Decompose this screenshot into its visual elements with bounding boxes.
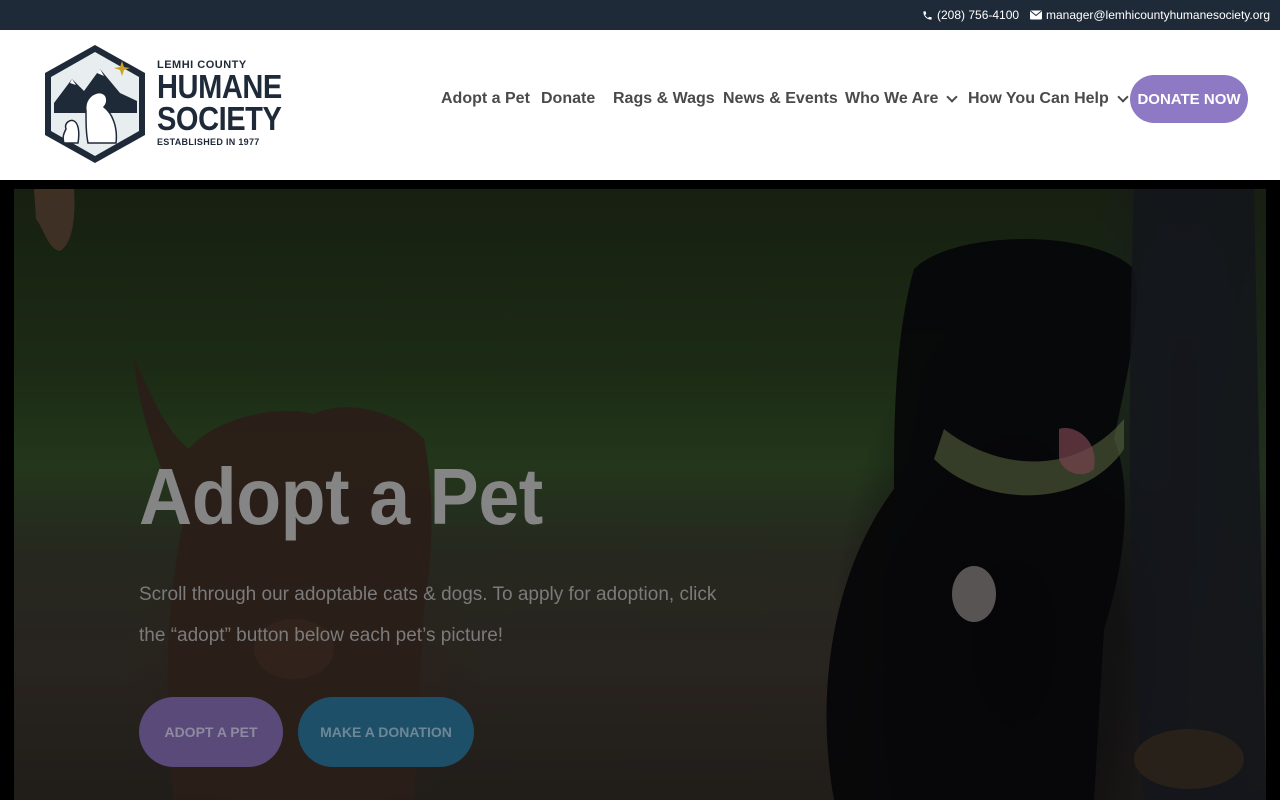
email-address: manager@lemhicountyhumanesociety.org [1046, 8, 1271, 22]
hero-section: Adopt a Pet Scroll through our adoptable… [14, 189, 1266, 800]
nav-item-label: Rags & Wags [613, 90, 715, 107]
hero-title: Adopt a Pet [139, 452, 543, 541]
nav-item-label: News & Events [723, 90, 838, 107]
email-contact[interactable]: manager@lemhicountyhumanesociety.org [1030, 8, 1270, 22]
adopt-a-pet-button[interactable]: ADOPT A PET [139, 697, 283, 767]
make-a-donation-button[interactable]: MAKE A DONATION [298, 697, 474, 767]
donate-now-button[interactable]: DONATE NOW [1130, 75, 1248, 123]
nav-item-how-you-can-help[interactable]: How You Can Help [968, 90, 1129, 108]
chevron-down-icon [1117, 91, 1129, 103]
phone-icon [922, 10, 933, 21]
site-header: LEMHI COUNTY HUMANE SOCIETY ESTABLISHED … [0, 30, 1280, 180]
nav-item-label: How You Can Help [968, 90, 1109, 107]
top-bar: (208) 756-4100 manager@lemhicountyhumane… [0, 0, 1280, 30]
nav-item-news-and-events[interactable]: News & Events [723, 90, 838, 108]
chevron-down-icon [946, 91, 959, 103]
nav-item-label: Donate [541, 90, 596, 107]
logo-line-humane: HUMANE [157, 68, 282, 105]
site-logo[interactable]: LEMHI COUNTY HUMANE SOCIETY ESTABLISHED … [42, 43, 288, 167]
logo-line-society: SOCIETY [157, 100, 282, 137]
logo-line-established: ESTABLISHED IN 1977 [157, 137, 260, 147]
nav-item-who-we-are[interactable]: Who We Are [845, 90, 959, 108]
nav-item-label: Adopt a Pet [441, 90, 530, 107]
nav-item-rags-and-wags[interactable]: Rags & Wags [613, 90, 715, 108]
logo-wordmark: LEMHI COUNTY HUMANE SOCIETY ESTABLISHED … [157, 59, 299, 147]
nav-item-donate[interactable]: Donate [541, 90, 595, 108]
phone-number: (208) 756-4100 [937, 8, 1020, 22]
nav-item-adopt-a-pet[interactable]: Adopt a Pet [441, 90, 530, 108]
hero-description: Scroll through our adoptable cats & dogs… [139, 584, 717, 646]
logo-badge-icon [45, 45, 145, 163]
phone-contact[interactable]: (208) 756-4100 [922, 8, 1019, 22]
nav-item-label: Who We Are [845, 90, 939, 107]
envelope-icon [1030, 10, 1042, 20]
